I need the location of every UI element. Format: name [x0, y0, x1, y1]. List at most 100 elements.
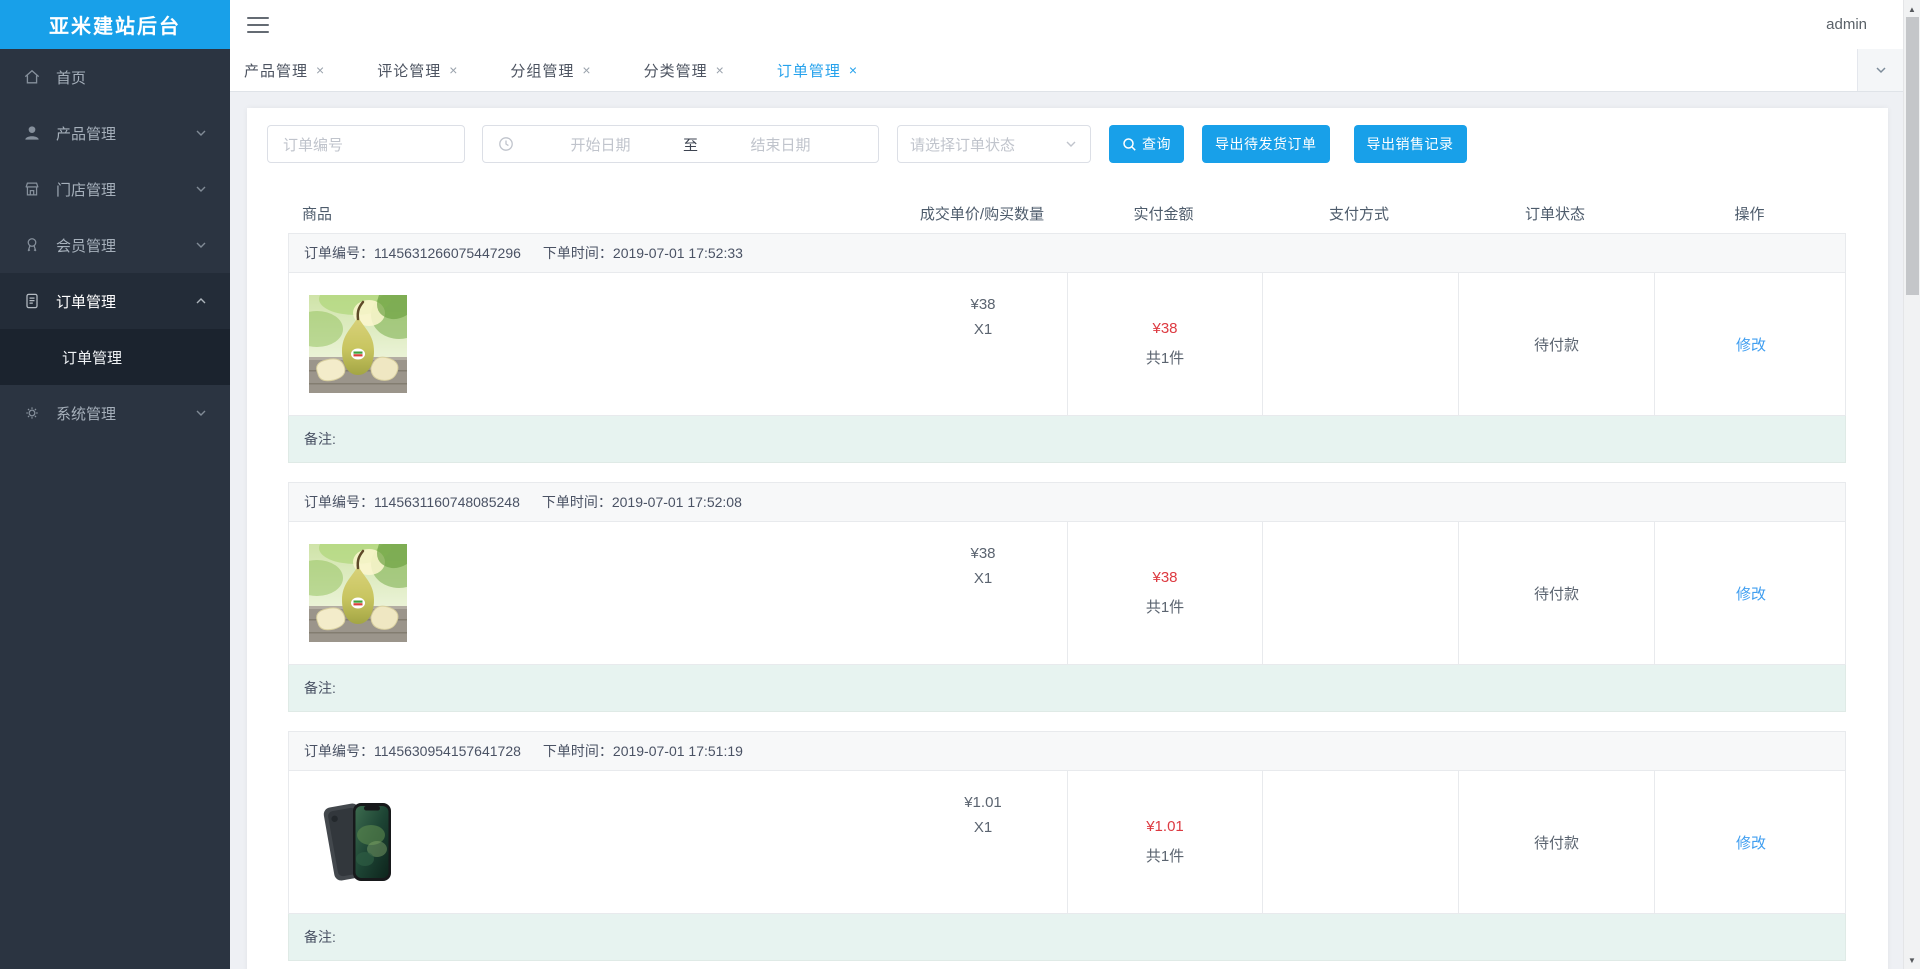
tab-categories[interactable]: 分类管理 × [644, 60, 725, 81]
sidebar-item-products[interactable]: 产品管理 [0, 105, 230, 161]
sidebar-item-label: 订单管理 [56, 293, 117, 311]
tab-orders[interactable]: 订单管理 × [777, 60, 858, 81]
order-block: 订单编号： 1145631160748085248 下单时间： 2019-07-01… [288, 482, 1846, 712]
export-sales-records-button[interactable]: 导出销售记录 [1353, 125, 1467, 163]
sidebar-item-system[interactable]: 系统管理 [0, 385, 230, 441]
chevron-down-icon [1066, 141, 1076, 147]
pay-method [1262, 273, 1458, 415]
pear-photo [309, 295, 407, 393]
order-time: 2019-07-01 17:51:19 [612, 743, 743, 759]
tab-label: 评论管理 [377, 62, 442, 80]
scroll-down-arrow-icon[interactable]: ▼ [1904, 952, 1920, 968]
date-range-picker[interactable]: 开始日期 至 结束日期 [482, 125, 879, 163]
search-button[interactable]: 查询 [1109, 125, 1184, 163]
tab-comments[interactable]: 评论管理 × [377, 60, 458, 81]
order-group-header: 订单编号： 1145630954157641728 下单时间： 2019-07-01… [288, 731, 1846, 771]
col-header-pay-method: 支付方式 [1328, 205, 1389, 223]
order-group-header: 订单编号： 1145631160748085248 下单时间： 2019-07-01… [288, 482, 1846, 522]
quantity: X1 [973, 321, 993, 338]
product-image[interactable] [309, 544, 407, 642]
order-number-label: 订单编号： [304, 743, 374, 759]
sidebar-item-members[interactable]: 会员管理 [0, 217, 230, 273]
sidebar-subitem-order-management[interactable]: 订单管理 [0, 329, 230, 385]
chevron-up-icon [196, 298, 206, 304]
paid-amount: ¥38 [1152, 320, 1178, 337]
clock-icon [499, 137, 513, 151]
unit-price: ¥38 [970, 296, 996, 313]
close-icon[interactable]: × [716, 62, 725, 78]
order-time-label: 下单时间： [542, 743, 613, 759]
paid-amount: ¥1.01 [1146, 818, 1184, 835]
sidebar-submenu-orders: 订单管理 [0, 329, 230, 385]
sidebar-item-stores[interactable]: 门店管理 [0, 161, 230, 217]
export-pending-orders-button[interactable]: 导出待发货订单 [1202, 125, 1330, 163]
current-user[interactable]: admin [1826, 16, 1867, 33]
close-icon[interactable]: × [449, 62, 458, 78]
table-header-row: 商品 成交单价/购买数量 实付金额 支付方式 订单状态 操作 [288, 193, 1846, 233]
order-number: 1145630954157641728 [374, 743, 521, 759]
sidebar-subitem-label: 订单管理 [62, 349, 123, 367]
hamburger-menu-icon[interactable] [247, 16, 269, 33]
modify-link[interactable]: 修改 [1736, 334, 1766, 355]
order-block: 订单编号： 1145630954157641728 下单时间： 2019-07-01… [288, 731, 1846, 961]
unit-price: ¥38 [970, 545, 996, 562]
col-header-actions: 操作 [1734, 205, 1765, 223]
modify-link[interactable]: 修改 [1736, 832, 1766, 853]
order-number-input[interactable]: 订单编号 [267, 125, 465, 163]
sidebar-item-label: 首页 [56, 69, 87, 87]
tab-label: 分类管理 [643, 62, 708, 80]
pear-photo [309, 544, 407, 642]
page-scrollbar[interactable]: ▲ ▼ [1903, 0, 1920, 969]
scroll-up-arrow-icon[interactable]: ▲ [1904, 1, 1920, 17]
order-group-header: 订单编号： 1145631266075447296 下单时间： 2019-07-01… [288, 233, 1846, 273]
orders-table: 商品 成交单价/购买数量 实付金额 支付方式 订单状态 操作 订单编号： 1145… [288, 193, 1846, 961]
sidebar-item-label: 门店管理 [56, 181, 117, 199]
close-icon[interactable]: × [316, 62, 325, 78]
order-icon [26, 293, 38, 309]
order-block: 订单编号： 1145631266075447296 下单时间： 2019-07-01… [288, 233, 1846, 463]
top-header: admin [230, 0, 1903, 49]
order-note-row: 备注: [288, 665, 1846, 712]
search-icon [1123, 137, 1136, 151]
chevron-down-icon [196, 186, 206, 192]
product-image[interactable] [309, 295, 407, 393]
total-count: 共1件 [1145, 599, 1185, 616]
pay-method [1262, 522, 1458, 664]
member-icon [27, 238, 37, 252]
main-content: 订单编号 开始日期 至 结束日期 请选择订单状态 查询 导出待发货订单 导出销售… [230, 92, 1903, 969]
tab-list-dropdown[interactable] [1857, 49, 1903, 91]
store-icon [25, 182, 39, 196]
order-time: 2019-07-01 17:52:33 [612, 245, 743, 261]
order-number-label: 订单编号： [304, 245, 374, 261]
note-label: 备注: [304, 431, 336, 447]
close-icon[interactable]: × [582, 62, 591, 78]
app-logo: 亚米建站后台 [0, 0, 230, 49]
start-date-placeholder[interactable]: 开始日期 [518, 134, 683, 155]
modify-link[interactable]: 修改 [1736, 583, 1766, 604]
tab-label: 产品管理 [244, 62, 309, 80]
order-number-label: 订单编号： [304, 494, 374, 510]
table-row: ¥1.01 X1 ¥1.01 共1件 待付款 修改 [288, 771, 1846, 914]
paid-amount: ¥38 [1152, 569, 1178, 586]
total-count: 共1件 [1145, 350, 1185, 367]
order-status-select[interactable]: 请选择订单状态 [897, 125, 1091, 163]
order-status-placeholder: 请选择订单状态 [910, 136, 1016, 154]
product-image[interactable] [309, 793, 407, 891]
filter-bar: 订单编号 开始日期 至 结束日期 请选择订单状态 查询 导出待发货订单 导出销售… [267, 125, 1868, 163]
user-icon [25, 126, 39, 140]
tab-products[interactable]: 产品管理 × [244, 60, 325, 81]
sidebar-item-orders[interactable]: 订单管理 [0, 273, 230, 329]
sidebar-item-home[interactable]: 首页 [0, 49, 230, 105]
tab-groups[interactable]: 分组管理 × [510, 60, 591, 81]
close-icon[interactable]: × [849, 62, 858, 78]
end-date-placeholder[interactable]: 结束日期 [698, 134, 863, 155]
total-count: 共1件 [1145, 848, 1185, 865]
order-note-row: 备注: [288, 914, 1846, 961]
sidebar-item-label: 产品管理 [56, 125, 117, 143]
scrollbar-thumb[interactable] [1906, 17, 1919, 295]
order-list: 订单编号： 1145631266075447296 下单时间： 2019-07-01… [288, 233, 1846, 961]
order-time: 2019-07-01 17:52:08 [611, 494, 742, 510]
tab-label: 分组管理 [510, 62, 575, 80]
unit-price: ¥1.01 [964, 794, 1002, 811]
chevron-down-icon [196, 130, 206, 136]
